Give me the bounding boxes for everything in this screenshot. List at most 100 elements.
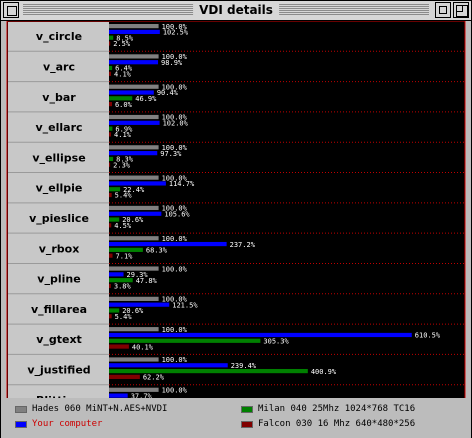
legend-label-falcon: Falcon 030 16 Mhz 640*480*256 bbox=[258, 419, 416, 429]
data-label: 100.0% bbox=[162, 265, 188, 273]
bar bbox=[109, 90, 154, 95]
legend-item-your-computer: Your computer bbox=[15, 419, 102, 430]
data-label: 100.0% bbox=[162, 386, 188, 394]
data-label: 97.3% bbox=[160, 150, 182, 158]
data-label: 5.4% bbox=[115, 313, 133, 321]
bar bbox=[109, 145, 159, 150]
legend-item-milan: Milan 040 25Mhz 1024*768 TC16 bbox=[241, 404, 415, 415]
category-label: v_justified bbox=[27, 364, 90, 377]
category-label: v_ellipse bbox=[32, 151, 85, 164]
bar bbox=[109, 247, 143, 252]
legend-item-hades: Hades 060 MiNT+N.AES+NVDI bbox=[15, 404, 167, 415]
bar bbox=[109, 374, 140, 379]
bar bbox=[109, 357, 159, 362]
bar bbox=[109, 162, 111, 167]
legend-swatch-falcon bbox=[241, 420, 253, 428]
bar bbox=[109, 96, 133, 101]
data-label: 7.1% bbox=[116, 252, 134, 260]
bar bbox=[109, 253, 113, 258]
data-label: 100.0% bbox=[162, 235, 188, 243]
bar bbox=[109, 29, 160, 34]
legend-swatch-milan bbox=[241, 405, 253, 413]
bar bbox=[109, 302, 170, 307]
data-label: 6.0% bbox=[115, 101, 133, 109]
bar bbox=[109, 60, 159, 65]
legend-swatch-your-computer bbox=[15, 420, 27, 428]
category-label: v_ellarc bbox=[35, 121, 82, 134]
bar bbox=[109, 314, 112, 319]
legend-label-hades: Hades 060 MiNT+N.AES+NVDI bbox=[32, 404, 168, 414]
bar bbox=[109, 151, 158, 156]
bar bbox=[109, 71, 112, 76]
chart-area: v_circle 100.0% 102.5% 8.5% 2.5% v_arc 100.0% 9… bbox=[1, 21, 471, 418]
category-label: v_pline bbox=[37, 273, 80, 286]
bar bbox=[109, 308, 120, 313]
data-label: 121.5% bbox=[172, 301, 198, 309]
iconify-button[interactable] bbox=[435, 2, 451, 18]
legend-item-falcon: Falcon 030 16 Mhz 640*480*256 bbox=[241, 419, 415, 430]
bar bbox=[109, 211, 162, 216]
category-label: v_circle bbox=[36, 30, 82, 43]
bar bbox=[109, 332, 412, 338]
data-label: 100.0% bbox=[162, 326, 188, 334]
category-label: v_fillarea bbox=[31, 303, 87, 316]
bar bbox=[109, 120, 160, 125]
bar bbox=[109, 278, 133, 283]
bar bbox=[109, 266, 159, 271]
data-label: 305.3% bbox=[263, 337, 289, 345]
data-label: 239.4% bbox=[231, 362, 257, 370]
bar bbox=[109, 54, 159, 59]
bar bbox=[109, 327, 159, 332]
title-bar[interactable]: VDI details bbox=[1, 1, 471, 21]
close-button[interactable] bbox=[3, 2, 19, 18]
bar bbox=[109, 344, 129, 349]
bar bbox=[109, 283, 111, 289]
bar bbox=[109, 205, 159, 211]
bar bbox=[109, 192, 112, 198]
data-label: 237.2% bbox=[230, 241, 256, 249]
data-label: 100.0% bbox=[162, 356, 188, 364]
bar bbox=[109, 241, 227, 247]
data-label: 105.6% bbox=[164, 210, 190, 218]
bar bbox=[109, 338, 261, 343]
benchmark-chart: v_circle100.0%102.5%8.5%2.5%v_arc100.0%9… bbox=[6, 21, 466, 416]
legend: Hades 060 MiNT+N.AES+NVDI Milan 040 25Mh… bbox=[1, 398, 471, 438]
bar bbox=[109, 65, 113, 71]
data-label: 400.9% bbox=[311, 368, 337, 376]
legend-label-your-computer: Your computer bbox=[32, 419, 103, 429]
bar bbox=[109, 217, 120, 222]
bar bbox=[109, 156, 114, 162]
category-label: v_rbox bbox=[39, 242, 80, 255]
data-label: 46.9% bbox=[135, 95, 157, 103]
bar bbox=[109, 24, 159, 29]
data-label: 4.1% bbox=[114, 131, 132, 139]
data-label: 3.8% bbox=[114, 283, 132, 291]
bar bbox=[109, 272, 124, 277]
category-label: v_arc bbox=[43, 60, 75, 73]
category-label: v_gtext bbox=[36, 333, 82, 346]
data-label: 4.5% bbox=[114, 222, 132, 230]
bar bbox=[109, 236, 159, 241]
bar bbox=[109, 126, 113, 131]
category-label: v_bar bbox=[42, 91, 76, 104]
bar bbox=[109, 84, 159, 89]
data-label: 2.3% bbox=[113, 161, 131, 169]
bar bbox=[109, 296, 159, 301]
data-label: 102.0% bbox=[163, 120, 189, 128]
bar bbox=[109, 387, 159, 392]
data-label: 610.5% bbox=[415, 332, 441, 340]
bar bbox=[109, 132, 112, 137]
bar bbox=[109, 223, 112, 228]
bar bbox=[109, 181, 166, 186]
bar bbox=[109, 102, 112, 107]
bar bbox=[109, 175, 159, 180]
fuller-button[interactable] bbox=[453, 2, 469, 18]
data-label: 40.1% bbox=[132, 343, 154, 351]
bar bbox=[109, 114, 159, 120]
data-label: 114.7% bbox=[169, 180, 195, 188]
legend-label-milan: Milan 040 25Mhz 1024*768 TC16 bbox=[258, 404, 416, 414]
legend-swatch-hades bbox=[15, 405, 27, 413]
data-label: 102.5% bbox=[163, 29, 189, 37]
bar bbox=[109, 35, 114, 40]
bar bbox=[109, 368, 308, 374]
